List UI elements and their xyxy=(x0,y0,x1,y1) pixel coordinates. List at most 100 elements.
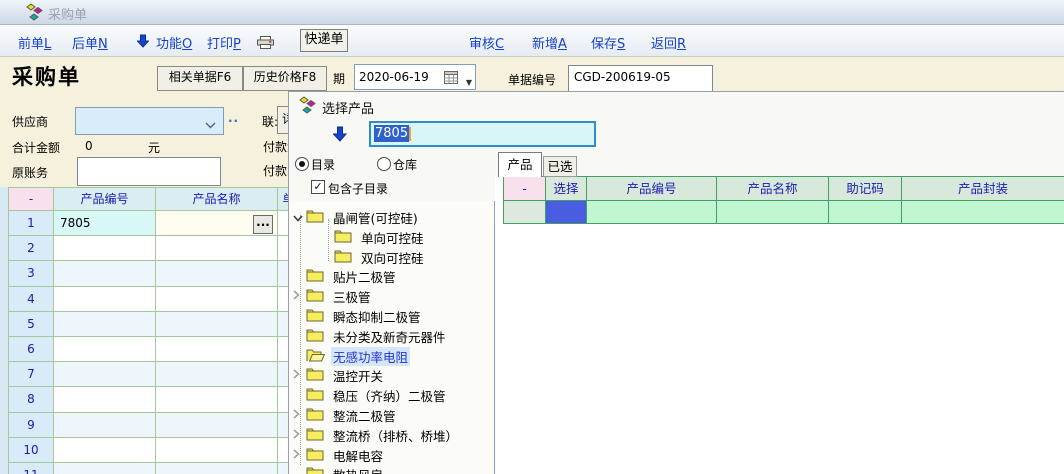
tree-item[interactable]: 电解电容 xyxy=(289,444,494,464)
row-number[interactable]: 4 xyxy=(8,287,54,312)
table-row[interactable]: 9 xyxy=(8,413,300,438)
back-button[interactable]: 返回R xyxy=(651,33,686,52)
express-order-button[interactable]: 快递单 xyxy=(300,29,348,52)
save-button[interactable]: 保存S xyxy=(591,33,625,52)
related-docs-button[interactable]: 相关单据F6 xyxy=(157,66,243,91)
table-row[interactable] xyxy=(503,201,1064,224)
collapse-icon[interactable] xyxy=(293,428,300,442)
tree-item[interactable]: 双向可控硅 xyxy=(289,246,494,266)
supplier-browse-link[interactable]: .. xyxy=(228,111,239,125)
row-number[interactable]: 7 xyxy=(8,362,54,387)
catalog-radio[interactable] xyxy=(295,157,309,171)
features-menu-button[interactable]: 功能O xyxy=(156,33,192,52)
supplier-combobox[interactable] xyxy=(75,107,224,135)
cell-product-code[interactable] xyxy=(54,236,156,261)
collapse-icon[interactable] xyxy=(293,368,300,382)
tree-item[interactable]: 贴片二极管 xyxy=(289,265,494,285)
date-picker[interactable]: 2020-06-19 ▼ xyxy=(354,64,476,90)
expand-icon[interactable] xyxy=(293,211,303,225)
tree-item[interactable]: 晶闸管(可控硅) xyxy=(289,206,494,226)
audit-button[interactable]: 审核C xyxy=(469,33,504,52)
doc-no-field[interactable]: CGD-200619-05 xyxy=(568,65,713,92)
next-doc-button[interactable]: 后单N xyxy=(72,33,108,52)
tree-item[interactable]: 整流二极管 xyxy=(289,404,494,424)
tree-item[interactable]: 未分类及新奇元器件 xyxy=(289,325,494,345)
tree-item[interactable]: 整流桥（排桥、桥堆） xyxy=(289,424,494,444)
cell[interactable] xyxy=(902,201,1064,224)
row-number[interactable]: 8 xyxy=(8,387,54,412)
ellipsis-button[interactable]: ... xyxy=(253,215,273,234)
orig-account-input[interactable] xyxy=(77,157,221,186)
cell-product-name[interactable] xyxy=(156,337,278,362)
cell-product-name[interactable] xyxy=(156,438,278,463)
table-row[interactable]: 7 xyxy=(8,362,300,387)
table-row[interactable]: 5 xyxy=(8,312,300,337)
cell-product-code[interactable] xyxy=(54,438,156,463)
tab-selected[interactable]: 已选 xyxy=(543,156,577,177)
tab-products[interactable]: 产品 xyxy=(498,152,542,177)
printer-icon[interactable] xyxy=(257,36,274,52)
page-title: 采购单 xyxy=(12,61,81,91)
cell-product-name[interactable] xyxy=(156,413,278,438)
tree-item[interactable]: 温控开关 xyxy=(289,364,494,384)
cell-product-code[interactable] xyxy=(54,463,156,474)
tree-item[interactable]: 三极管 xyxy=(289,285,494,305)
history-price-button[interactable]: 历史价格F8 xyxy=(243,66,327,91)
cell-product-code[interactable] xyxy=(54,362,156,387)
table-row[interactable]: 6 xyxy=(8,337,300,362)
table-row[interactable]: 11 xyxy=(8,463,300,474)
add-new-button[interactable]: 新增A xyxy=(532,33,567,52)
table-row[interactable]: 17805... xyxy=(8,211,300,236)
collapse-icon[interactable] xyxy=(293,408,300,422)
row-number[interactable]: 5 xyxy=(8,312,54,337)
cell-product-name[interactable]: ... xyxy=(156,211,278,236)
cell[interactable] xyxy=(717,201,829,224)
cell-product-code[interactable] xyxy=(54,312,156,337)
cell-product-code[interactable] xyxy=(54,387,156,412)
cell-product-code[interactable] xyxy=(54,337,156,362)
row-number[interactable]: 3 xyxy=(8,261,54,286)
table-row[interactable]: 3 xyxy=(8,261,300,286)
cell-product-name[interactable] xyxy=(156,287,278,312)
prev-doc-button[interactable]: 前单L xyxy=(18,33,51,52)
include-subdirs-checkbox[interactable]: ✓ xyxy=(311,180,325,194)
cell-product-code[interactable] xyxy=(54,261,156,286)
cell[interactable] xyxy=(587,201,717,224)
tree-item[interactable]: 散热风扇 xyxy=(289,463,494,474)
cell-product-code[interactable]: 7805 xyxy=(54,211,156,236)
cell-product-name[interactable] xyxy=(156,261,278,286)
cell-product-name[interactable] xyxy=(156,387,278,412)
table-row[interactable]: 10 xyxy=(8,438,300,463)
header-cell: - xyxy=(8,187,54,211)
tree-item[interactable]: 无感功率电阻 xyxy=(289,345,494,365)
row-number[interactable]: 10 xyxy=(8,438,54,463)
table-row[interactable]: 2 xyxy=(8,236,300,261)
cell-product-name[interactable] xyxy=(156,362,278,387)
product-search-input[interactable]: 7805 xyxy=(369,121,596,147)
cell-product-code[interactable] xyxy=(54,287,156,312)
calendar-icon[interactable]: ▼ xyxy=(444,69,472,84)
search-go-icon[interactable] xyxy=(333,126,349,144)
cell-product-name[interactable] xyxy=(156,312,278,337)
folder-icon xyxy=(306,307,324,325)
row-number[interactable]: 1 xyxy=(8,211,54,236)
tree-item[interactable]: 稳压（齐纳）二极管 xyxy=(289,384,494,404)
collapse-icon[interactable] xyxy=(293,289,300,303)
row-number[interactable]: 6 xyxy=(8,337,54,362)
table-row[interactable]: 8 xyxy=(8,387,300,412)
cell-product-code[interactable] xyxy=(54,413,156,438)
row-number[interactable]: 2 xyxy=(8,236,54,261)
row-number[interactable]: 9 xyxy=(8,413,54,438)
warehouse-radio[interactable] xyxy=(377,157,391,171)
tree-item[interactable]: 单向可控硅 xyxy=(289,226,494,246)
cell[interactable] xyxy=(829,201,902,224)
cell-product-name[interactable] xyxy=(156,236,278,261)
cell-product-name[interactable] xyxy=(156,463,278,474)
table-row[interactable]: 4 xyxy=(8,287,300,312)
print-button[interactable]: 打印P xyxy=(207,33,241,52)
tree-item[interactable]: 瞬态抑制二极管 xyxy=(289,305,494,325)
selected-cell[interactable] xyxy=(546,201,587,224)
collapse-icon[interactable] xyxy=(293,448,300,462)
row-number[interactable]: 11 xyxy=(8,463,54,474)
cell[interactable] xyxy=(503,201,546,224)
